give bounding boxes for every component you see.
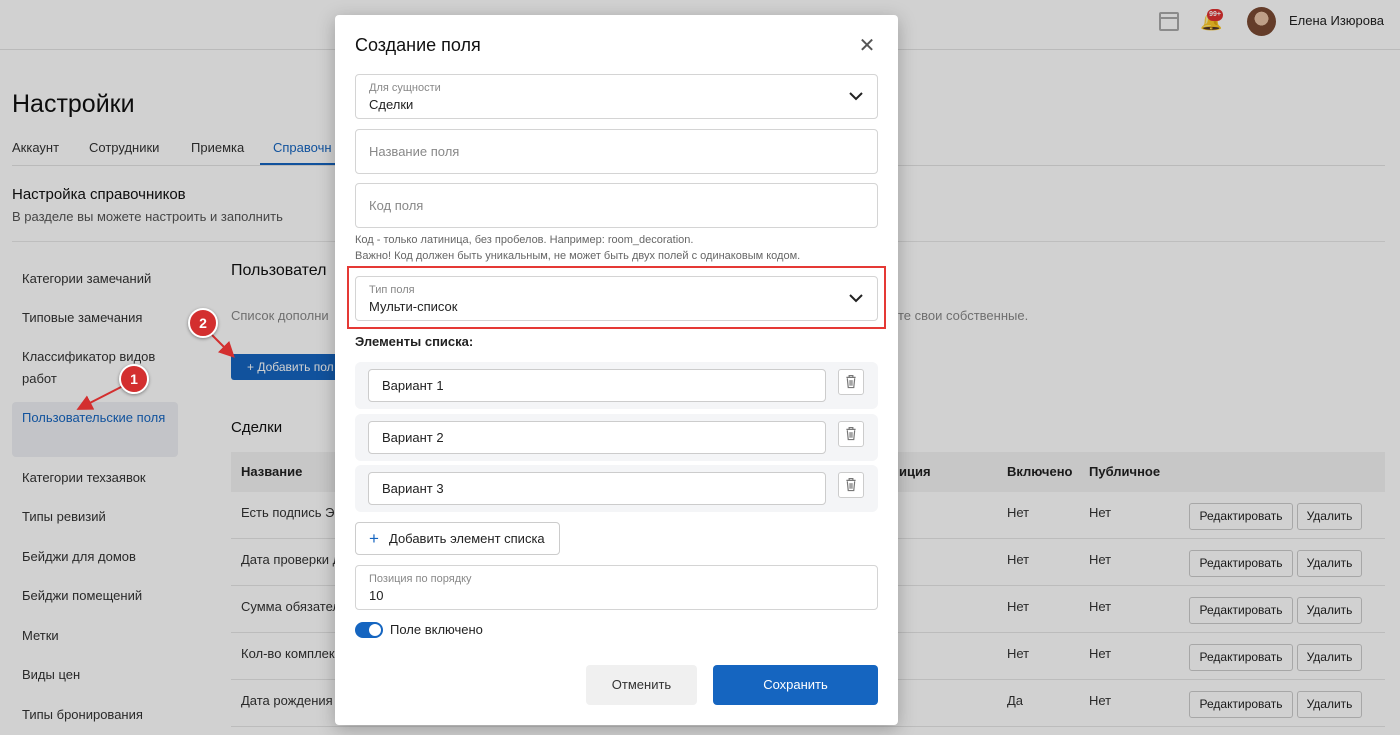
cancel-button[interactable]: Отменить — [586, 665, 697, 705]
field-name-input[interactable]: Название поля — [355, 129, 878, 174]
chevron-down-icon — [849, 92, 863, 101]
annotation-marker-1: 1 — [119, 364, 149, 394]
trash-icon[interactable] — [838, 472, 864, 498]
plus-icon: + — [369, 529, 379, 548]
create-field-modal: Создание поля ✕ Для сущности Сделки Назв… — [335, 15, 898, 725]
add-list-item-label: Добавить элемент списка — [389, 531, 545, 546]
annotation-marker-2: 2 — [188, 308, 218, 338]
field-type-label: Тип поля — [369, 284, 415, 296]
entity-select-value: Сделки — [369, 97, 414, 112]
field-enabled-toggle[interactable] — [355, 622, 383, 638]
close-icon[interactable]: ✕ — [857, 36, 877, 57]
position-input[interactable]: Позиция по порядку 10 — [355, 565, 878, 610]
list-items-label: Элементы списка: — [355, 334, 474, 349]
trash-icon[interactable] — [838, 369, 864, 395]
list-item: Вариант 3 — [355, 465, 878, 512]
list-item-input[interactable]: Вариант 3 — [368, 472, 826, 505]
position-label: Позиция по порядку — [369, 573, 472, 585]
list-item-input[interactable]: Вариант 2 — [368, 421, 826, 454]
chevron-down-icon — [849, 294, 863, 303]
code-hint: Код - только латиница, без пробелов. Нап… — [355, 234, 694, 246]
field-type-value: Мульти-список — [369, 299, 458, 314]
list-item: Вариант 2 — [355, 414, 878, 461]
position-value: 10 — [369, 588, 384, 603]
toggle-knob — [369, 624, 381, 636]
entity-select[interactable]: Для сущности Сделки — [355, 74, 878, 119]
field-code-input[interactable]: Код поля — [355, 183, 878, 228]
field-enabled-label: Поле включено — [390, 622, 483, 637]
save-button[interactable]: Сохранить — [713, 665, 878, 705]
field-type-select[interactable]: Тип поля Мульти-список — [355, 276, 878, 321]
code-uniqueness-hint: Важно! Код должен быть уникальным, не мо… — [355, 250, 801, 262]
field-name-placeholder: Название поля — [369, 144, 460, 159]
trash-icon[interactable] — [838, 421, 864, 447]
list-item: Вариант 1 — [355, 362, 878, 409]
add-list-item-button[interactable]: + Добавить элемент списка — [355, 522, 560, 555]
modal-title: Создание поля — [355, 35, 481, 55]
entity-select-label: Для сущности — [369, 82, 441, 94]
list-item-input[interactable]: Вариант 1 — [368, 369, 826, 402]
field-code-placeholder: Код поля — [369, 198, 424, 213]
